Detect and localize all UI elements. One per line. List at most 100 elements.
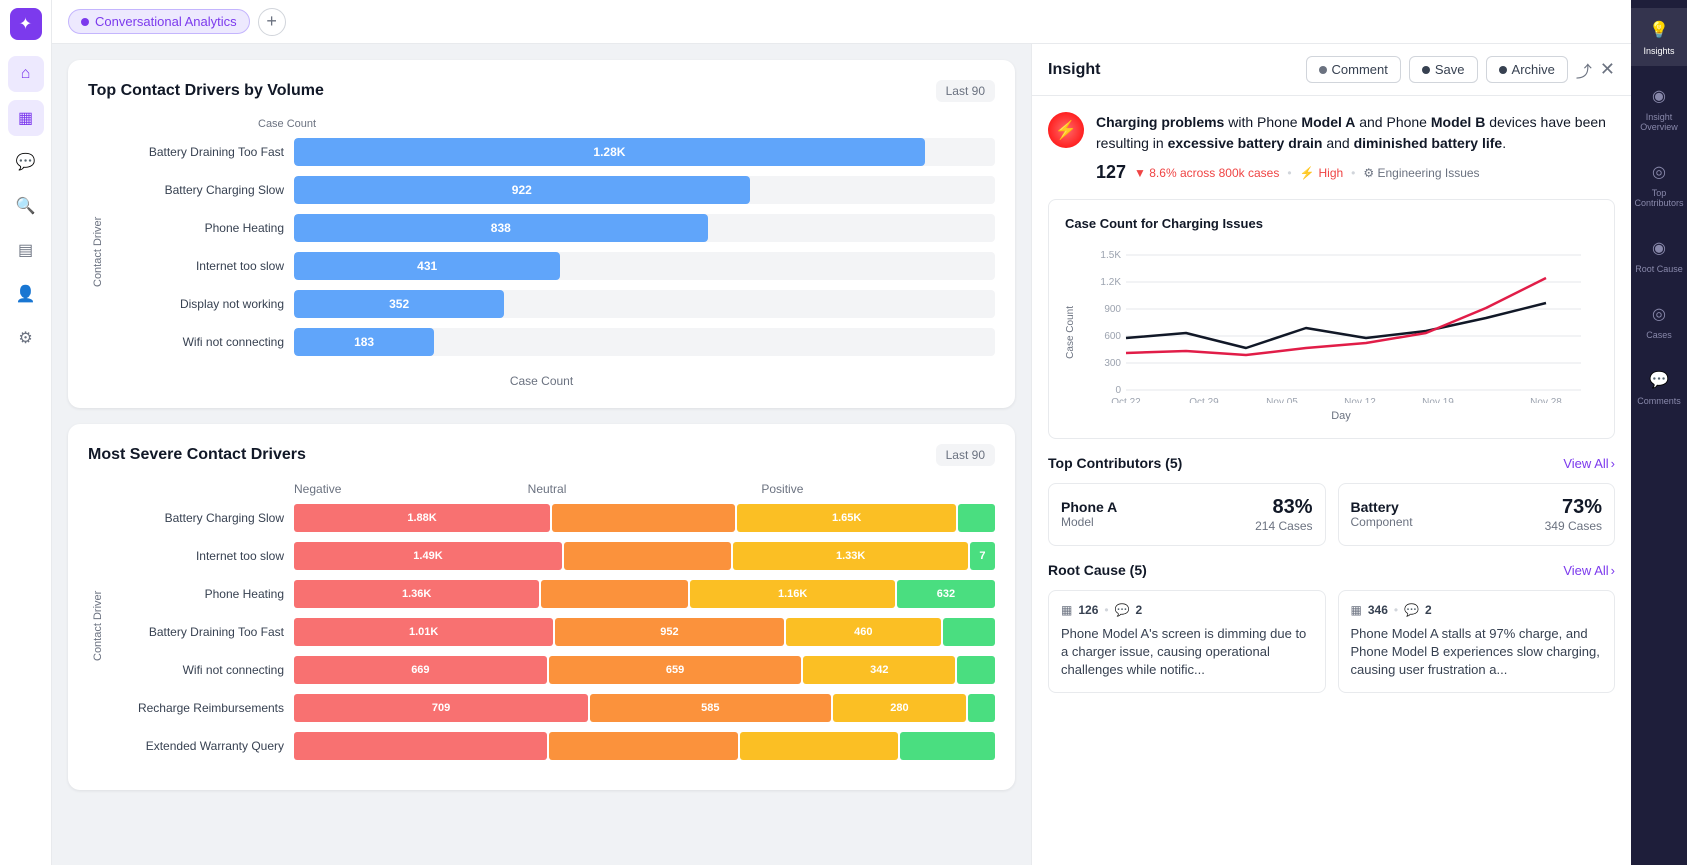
seg-negative: 1.49K	[294, 542, 562, 570]
bar-row: Wifi not connecting 183	[124, 328, 995, 356]
contributor-card: Phone A Model 83% 214 Cases	[1048, 483, 1326, 546]
svg-text:600: 600	[1104, 331, 1121, 342]
bar-value: 431	[409, 259, 445, 273]
seg-negative: 669	[294, 656, 547, 684]
insight-count: 127	[1096, 162, 1126, 183]
rc-text: Phone Model A's screen is dimming due to…	[1061, 625, 1313, 680]
bar-label: Battery Charging Slow	[124, 511, 284, 525]
case-count-chart-container: Case Count 1.5K 1.2K 900 600 300 0	[1065, 243, 1598, 422]
bar-label: Display not working	[124, 297, 284, 311]
change-text: ▼ 8.6% across 800k cases	[1134, 166, 1279, 180]
seg-positive	[740, 732, 898, 760]
rc-icon: ▦	[1351, 603, 1362, 617]
contributor-cases: 349 Cases	[1545, 519, 1602, 533]
archive-button[interactable]: Archive	[1486, 56, 1568, 83]
case-count-title: Case Count for Charging Issues	[1065, 216, 1598, 231]
view-all-text: View All	[1563, 456, 1608, 471]
chart-header: Top Contact Drivers by Volume Last 90	[88, 80, 995, 102]
svg-text:Oct 29: Oct 29	[1189, 397, 1219, 403]
svg-text:Nov 19: Nov 19	[1422, 397, 1454, 403]
seg-neutral	[541, 580, 688, 608]
active-tab[interactable]: Conversational Analytics	[68, 9, 250, 34]
chart-badge: Last 90	[936, 444, 995, 466]
insight-description-card: ⚡ Charging problems with Phone Model A a…	[1048, 112, 1615, 183]
seg-extra: 632	[897, 580, 995, 608]
svg-text:Nov 28: Nov 28	[1530, 397, 1562, 403]
chart-title: Most Severe Contact Drivers	[88, 446, 306, 464]
chart-title: Top Contact Drivers by Volume	[88, 82, 324, 100]
view-all-text: View All	[1563, 563, 1608, 578]
rs-top-contributors[interactable]: ◎ Top Contributors	[1631, 150, 1687, 218]
nav-chat[interactable]: 💬	[8, 144, 44, 180]
bar-label: Recharge Reimbursements	[124, 701, 284, 715]
insights-label: Insights	[1643, 46, 1674, 56]
seg-negative: 709	[294, 694, 588, 722]
seg-positive: 342	[803, 656, 955, 684]
category-icon: ⚙	[1363, 166, 1374, 180]
svg-text:900: 900	[1104, 304, 1121, 315]
bar-fill: 431	[294, 252, 560, 280]
save-button[interactable]: Save	[1409, 56, 1478, 83]
bar-value: 352	[381, 297, 417, 311]
comment-button[interactable]: Comment	[1306, 56, 1401, 83]
bar-track: 1.28K	[294, 138, 995, 166]
nav-messages[interactable]: ▤	[8, 232, 44, 268]
neutral-label: Neutral	[528, 482, 762, 496]
bar-label: Internet too slow	[124, 549, 284, 563]
seg-neutral	[552, 504, 735, 532]
bar-row: Display not working 352	[124, 290, 995, 318]
nav-users[interactable]: 👤	[8, 276, 44, 312]
case-count-y-label: Case Count	[1065, 306, 1076, 359]
section-header: Top Contributors (5) View All ›	[1048, 455, 1615, 471]
archive-dot	[1499, 66, 1507, 74]
seg-positive: 1.65K	[737, 504, 956, 532]
rs-insight-overview[interactable]: ◉ Insight Overview	[1631, 74, 1687, 142]
nav-search[interactable]: 🔍	[8, 188, 44, 224]
nav-settings[interactable]: ⚙	[8, 320, 44, 356]
root-cause-view-all[interactable]: View All ›	[1563, 563, 1615, 578]
line-chart-svg: 1.5K 1.2K 900 600 300 0	[1084, 243, 1598, 403]
content-area: Top Contact Drivers by Volume Last 90 Ca…	[52, 44, 1631, 865]
svg-text:1.2K: 1.2K	[1100, 277, 1121, 288]
seg-neutral: 659	[549, 656, 802, 684]
chart-x-footer-label: Case Count	[88, 374, 995, 388]
left-navigation: ✦ ⌂ ▦ 💬 🔍 ▤ 👤 ⚙	[0, 0, 52, 865]
comment-dot	[1319, 66, 1327, 74]
bar-label: Battery Charging Slow	[124, 183, 284, 197]
insight-overview-icon: ◉	[1647, 84, 1671, 108]
contributor-cases: 214 Cases	[1255, 519, 1312, 533]
comments-label: Comments	[1637, 396, 1681, 406]
seg-negative: 1.01K	[294, 618, 553, 646]
right-sidebar: 💡 Insights ◉ Insight Overview ◎ Top Cont…	[1631, 0, 1687, 865]
close-icon[interactable]: ✕	[1600, 59, 1615, 80]
rs-cases[interactable]: ◎ Cases	[1631, 292, 1687, 350]
stacked-header: Negative Neutral Positive	[124, 482, 995, 496]
rc-text: Phone Model A stalls at 97% charge, and …	[1351, 625, 1603, 680]
seg-neutral: 952	[555, 618, 783, 646]
nav-home[interactable]: ⌂	[8, 56, 44, 92]
rs-insights[interactable]: 💡 Insights	[1631, 8, 1687, 66]
bar-track: 838	[294, 214, 995, 242]
bar-fill: 352	[294, 290, 504, 318]
stacked-chart-container: Contact Driver Negative Neutral Positive…	[88, 482, 995, 770]
main-content: Conversational Analytics + Top Contact D…	[52, 0, 1631, 865]
root-cause-card: ▦ 346 • 💬 2 Phone Model A stalls at 97% …	[1338, 590, 1616, 693]
root-cause-title: Root Cause (5)	[1048, 562, 1147, 578]
seg-extra	[900, 732, 995, 760]
stacked-bar-row: Phone Heating 1.36K 1.16K 632	[124, 580, 995, 608]
rs-comments[interactable]: 💬 Comments	[1631, 358, 1687, 416]
seg-negative: 1.88K	[294, 504, 550, 532]
bar-value: 922	[504, 183, 540, 197]
top-contact-drivers-chart: Top Contact Drivers by Volume Last 90 Ca…	[68, 60, 1015, 408]
x-axis-label: Case Count	[88, 118, 995, 130]
section-header: Root Cause (5) View All ›	[1048, 562, 1615, 578]
bar-fill: 1.28K	[294, 138, 925, 166]
rs-root-cause[interactable]: ◉ Root Cause	[1631, 226, 1687, 284]
add-tab-button[interactable]: +	[258, 8, 286, 36]
root-cause-icon: ◉	[1647, 236, 1671, 260]
most-severe-chart: Most Severe Contact Drivers Last 90 Cont…	[68, 424, 1015, 790]
share-icon[interactable]: ⤴	[1576, 58, 1592, 82]
contributors-view-all[interactable]: View All ›	[1563, 456, 1615, 471]
case-count-chart-area: 1.5K 1.2K 900 600 300 0	[1084, 243, 1598, 422]
nav-analytics[interactable]: ▦	[8, 100, 44, 136]
